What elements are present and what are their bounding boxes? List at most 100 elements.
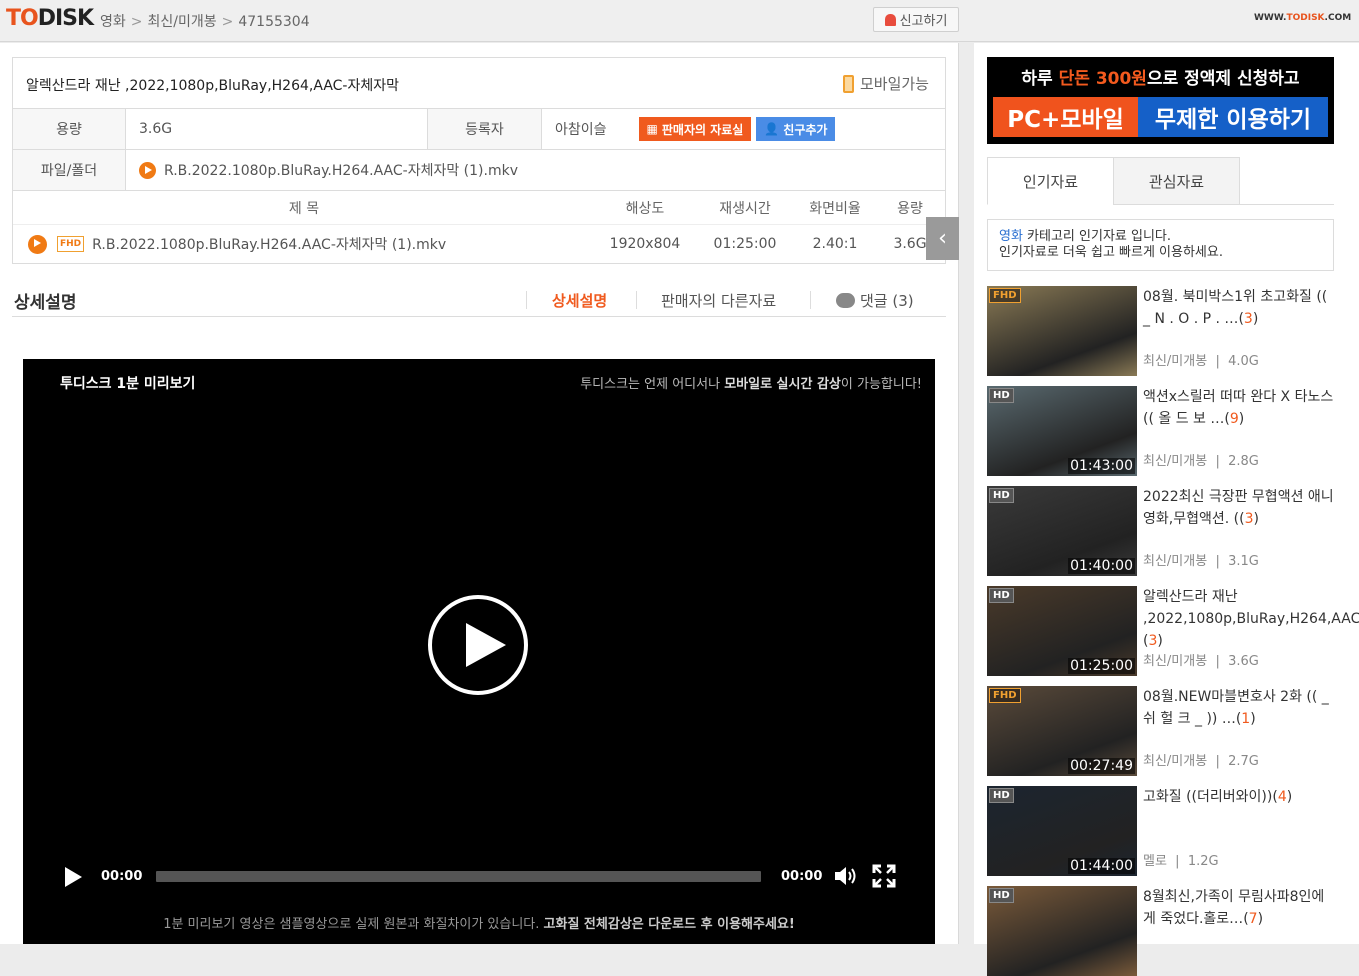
thumbnail[interactable]: HD 01:43:00: [987, 386, 1137, 476]
play-control-icon[interactable]: [65, 867, 82, 887]
comment-count: 9: [1229, 411, 1239, 427]
divider: [636, 291, 637, 309]
thumbnail[interactable]: FHD 00:27:49: [987, 686, 1137, 776]
popular-item[interactable]: HD 01:44:00 고화질 ((더리버와이))(4) 멜로 | 1.2G: [987, 786, 1334, 876]
popular-item[interactable]: HD 01:43:00 액션x스릴러 떠따 완다 X 타노스 (( 올 드 보 …(…: [987, 386, 1334, 476]
tab-popular[interactable]: 인기자료: [987, 157, 1114, 205]
file-folder-value: R.B.2022.1080p.BluRay.H264.AAC-자체자막 (1).…: [164, 163, 518, 179]
banner-cta: PC+모바일 무제한 이용하기: [993, 97, 1328, 137]
phone-icon: [842, 74, 854, 93]
item-meta: 최신/미개봉 | 2.7G: [1143, 754, 1259, 769]
play-icon[interactable]: [139, 161, 156, 179]
mobile-available: 모바일가능: [842, 73, 929, 94]
sidebar: 하루 단돈 300원으로 정액제 신청하고 PC+모바일 무제한 이용하기 인기자…: [974, 43, 1359, 976]
add-friend-button[interactable]: 👤 친구추가: [756, 117, 836, 141]
chevron-left-icon: ‹: [938, 226, 947, 251]
size-label: 용량: [13, 109, 126, 149]
big-play-button[interactable]: [428, 595, 528, 695]
chevron-right-icon: >: [130, 14, 143, 30]
tab-detail[interactable]: 상세설명: [552, 290, 607, 311]
uploader-label: 등록자: [428, 109, 542, 149]
breadcrumb-id: 47155304: [238, 14, 310, 30]
report-button[interactable]: 신고하기: [873, 7, 959, 32]
detail-title: 상세설명: [14, 293, 77, 313]
site-logo[interactable]: TODISK: [6, 6, 94, 31]
mobile-notice: 투디스크는 언제 어디서나 모바일로 실시간 감상이 가능합니다!: [580, 377, 922, 392]
duration: 01:25:00: [1068, 658, 1135, 674]
collapse-arrow-button[interactable]: ‹: [926, 217, 959, 260]
item-title[interactable]: 8월최신,가족이 무림사파8인에게 죽었다.홀로…(7): [1143, 886, 1335, 930]
chevron-right-icon: >: [221, 14, 234, 30]
item-meta: 최신/미개봉 | 2.8G: [1143, 454, 1259, 469]
resolution-value: 1920x804: [609, 236, 681, 252]
fullscreen-icon[interactable]: [872, 864, 896, 888]
uploader-name[interactable]: 아참이슬: [555, 119, 607, 139]
popular-item[interactable]: FHD 08월. 북미박스1위 초고화질 (( _ N . O . P . …(3…: [987, 286, 1334, 376]
item-meta: 최신/미개봉 | 4.0G: [1143, 354, 1259, 369]
item-meta: 최신/미개봉 | 3.6G: [1143, 654, 1259, 669]
popular-item[interactable]: HD 8월최신,가족이 무림사파8인에게 죽었다.홀로…(7): [987, 886, 1334, 976]
item-meta: 멜로 | 1.2G: [1143, 854, 1219, 869]
col-resolution: 해상도: [625, 200, 665, 217]
item-title[interactable]: 2022최신 극장판 무협액션 애니영화,무협액션. ((3): [1143, 486, 1335, 530]
file-list-header: 제 목 해상도 재생시간 화면비율 용량: [13, 191, 945, 225]
comment-count: 1: [1241, 711, 1251, 727]
play-icon[interactable]: [28, 234, 47, 254]
report-label: 신고하기: [899, 14, 948, 29]
popular-item[interactable]: HD 01:40:00 2022최신 극장판 무협액션 애니영화,무협액션. ((3…: [987, 486, 1334, 576]
duration: 01:40:00: [1068, 558, 1135, 574]
item-title[interactable]: 알렉산드라 재난 ,2022,1080p,BluRay,H264,AAC…(3): [1143, 586, 1359, 652]
content-panel: 알렉산드라 재난 ,2022,1080p,BluRay,H264,AAC-자체자…: [0, 43, 959, 944]
item-title[interactable]: 고화질 ((더리버와이))(4): [1143, 786, 1335, 808]
thumbnail[interactable]: FHD: [987, 286, 1137, 376]
item-title[interactable]: 08월. 북미박스1위 초고화질 (( _ N . O . P . …(3): [1143, 286, 1335, 330]
total-time: 00:00: [781, 869, 823, 884]
file-name: R.B.2022.1080p.BluRay.H264.AAC-자체자막 (1).…: [92, 237, 447, 253]
siren-icon: [884, 13, 896, 26]
item-meta: 최신/미개봉 | 3.1G: [1143, 554, 1259, 569]
comment-count: 4: [1277, 789, 1287, 805]
breadcrumb-subcategory[interactable]: 최신/미개봉: [148, 14, 217, 30]
tab-interest[interactable]: 관심자료: [1113, 157, 1240, 205]
volume-icon[interactable]: [833, 865, 857, 887]
preview-notice: 1분 미리보기 영상은 샘플영상으로 실제 원본과 화질차이가 있습니다. 고화…: [163, 917, 795, 932]
seek-bar[interactable]: [156, 871, 761, 882]
col-title: 제 목: [288, 200, 320, 217]
file-list-row[interactable]: FHD R.B.2022.1080p.BluRay.H264.AAC-자체자막 …: [13, 225, 945, 263]
promo-banner[interactable]: 하루 단돈 300원으로 정액제 신청하고 PC+모바일 무제한 이용하기: [987, 57, 1334, 144]
quality-badge: FHD: [989, 688, 1021, 703]
item-title[interactable]: 액션x스릴러 떠따 완다 X 타노스 (( 올 드 보 …(9): [1143, 386, 1335, 430]
thumbnail[interactable]: HD 01:25:00: [987, 586, 1137, 676]
thumbnail[interactable]: HD: [987, 886, 1137, 976]
quality-badge: FHD: [989, 288, 1021, 303]
divider: [1240, 204, 1334, 205]
breadcrumb-category[interactable]: 영화: [100, 14, 126, 30]
popular-item[interactable]: HD 01:25:00 알렉산드라 재난 ,2022,1080p,BluRay,H2…: [987, 586, 1359, 676]
file-info-box: 알렉산드라 재난 ,2022,1080p,BluRay,H264,AAC-자체자…: [12, 57, 946, 264]
current-time: 00:00: [101, 869, 143, 884]
thumbnail[interactable]: HD 01:44:00: [987, 786, 1137, 876]
seller-library-button[interactable]: ▦ 판매자의 자료실: [638, 117, 752, 141]
quality-badge: HD: [989, 388, 1014, 403]
tab-seller-other[interactable]: 판매자의 다른자료: [661, 290, 776, 311]
video-player[interactable]: 투디스크 1분 미리보기 투디스크는 언제 어디서나 모바일로 실시간 감상이 …: [23, 359, 935, 944]
duration: 01:44:00: [1068, 858, 1135, 874]
duration: 01:43:00: [1068, 458, 1135, 474]
col-duration: 재생시간: [719, 200, 771, 217]
thumbnail[interactable]: HD 01:40:00: [987, 486, 1137, 576]
tab-comments[interactable]: 댓글 (3): [836, 290, 914, 311]
top-bar: TODISK 영화 > 최신/미개봉 >47155304 신고하기 WWW.TODIS…: [0, 0, 1359, 42]
list-icon: ▦: [646, 122, 658, 136]
popular-item[interactable]: FHD 00:27:49 08월.NEW마블변호사 2화 (( _ 쉬 헐 크 _ …: [987, 686, 1334, 776]
comment-count: 3: [1148, 633, 1158, 649]
item-title[interactable]: 08월.NEW마블변호사 2화 (( _ 쉬 헐 크 _ )) …(1): [1143, 686, 1335, 730]
quality-badge: HD: [989, 888, 1014, 903]
quality-badge: HD: [989, 588, 1014, 603]
file-title: 알렉산드라 재난 ,2022,1080p,BluRay,H264,AAC-자체자…: [26, 78, 400, 94]
sidebar-tabs: 인기자료 관심자료: [987, 157, 1334, 205]
popular-notice: 영화 카테고리 인기자료 입니다. 인기자료로 더욱 쉽고 빠르게 이용하세요.: [987, 219, 1334, 271]
duration: 00:27:49: [1068, 758, 1135, 774]
duration-value: 01:25:00: [713, 236, 777, 252]
person-icon: 👤: [764, 122, 780, 136]
col-ratio: 화면비율: [809, 200, 861, 217]
